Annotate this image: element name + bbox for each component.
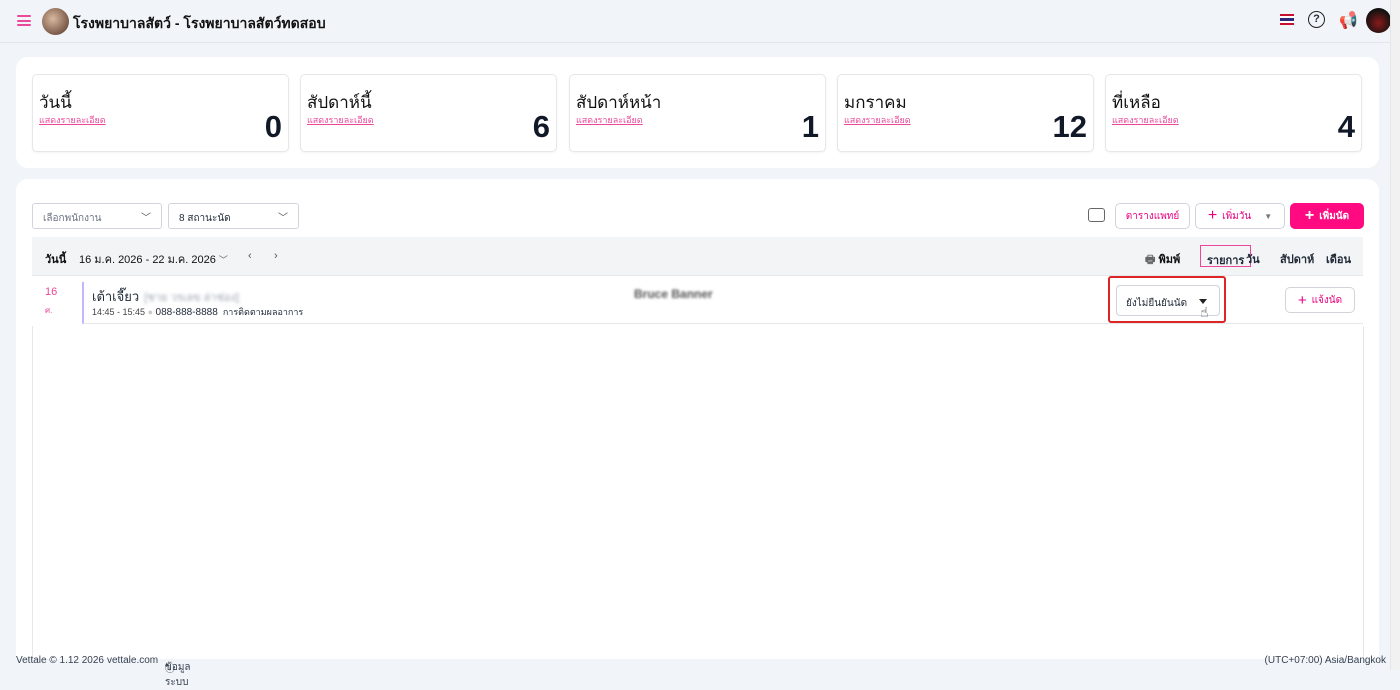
weekday: ศ. [45,306,53,315]
hand-cursor-icon: ☝ [1200,304,1209,320]
show-details-link[interactable]: แสดงรายละเอียด [39,113,106,127]
next-week-button[interactable]: › [274,250,278,262]
stat-card-this-week: สัปดาห์นี้ แสดงรายละเอียด 6 [300,74,557,152]
stat-value: 0 [264,109,282,144]
add-appointment-button[interactable]: + เพิ่มนัด [1290,203,1364,229]
view-tab-day[interactable]: วัน [1240,245,1266,267]
stat-card-next-week: สัปดาห์หน้า แสดงรายละเอียด 1 [569,74,826,152]
phone: 088-888-8888 [155,307,218,318]
copyright: Vettale © 1.12 2026 [16,655,104,666]
page-scrollbar[interactable] [1390,0,1400,670]
day-number: 16 [45,286,58,298]
stat-label: วันนี้ [39,93,72,112]
stat-card-remaining: ที่เหลือ แสดงรายละเอียด 4 [1105,74,1362,152]
stat-label: สัปดาห์หน้า [576,93,662,112]
pet-name: เต้าเจี๊ยว [92,289,140,304]
stat-card-today: วันนี้ แสดงรายละเอียด 0 [32,74,289,152]
status-filter-select[interactable]: 8 สถานะนัด ﹀ [168,203,299,229]
print-button[interactable]: 🖶 พิมพ์ [1145,250,1180,270]
chevron-down-icon: ﹀ [278,213,288,224]
menu-icon[interactable] [17,15,31,26]
show-details-link[interactable]: แสดงรายละเอียด [576,113,643,127]
view-tab-month[interactable]: เดือน [1320,245,1357,267]
footer: Vettale © 1.12 2026 vettale.com ⓘ ข้อมูล… [0,650,1390,688]
doctor-schedule-button[interactable]: ตารางแพทย์ [1115,203,1190,229]
notify-button[interactable]: + แจ้งนัด [1285,287,1355,313]
plus-icon: + [1297,291,1307,309]
plus-icon: + [1304,207,1315,224]
appointment-time: 14:45 - 15:45 [92,307,146,317]
thai-flag-icon[interactable] [1280,14,1294,25]
notification-dot [1349,11,1355,17]
add-day-button[interactable]: + เพิ่มวัน ▼ [1195,203,1285,229]
appointment-entry: เต้าเจี๊ยว [ชาย วรเลข ล่าช่อง] 14:45 - 15… [82,276,1363,324]
date-range-picker[interactable]: 16 ม.ค. 2026 - 22 ม.ค. 2026 ﹀ [79,250,228,268]
stat-value: 4 [1337,109,1355,144]
status-filter-value: 8 สถานะนัด [179,213,231,224]
chevron-down-icon: ﹀ [141,213,151,224]
date-range-text: 16 ม.ค. 2026 - 22 ม.ค. 2026 [79,254,216,266]
doctor-name: Bruce Banner [634,287,713,301]
button-label: เพิ่มวัน [1222,210,1252,222]
printer-icon: 🖶 [1145,254,1156,266]
calendar-toolbar: วันนี้ 16 ม.ค. 2026 - 22 ม.ค. 2026 ﹀ ‹ ›… [32,237,1363,276]
stat-label: สัปดาห์นี้ [307,93,372,112]
appointments-panel: เลือกพนักงาน ﹀ 8 สถานะนัด ﹀ ตารางแพทย์ + เพ… [16,179,1379,659]
appointment-row[interactable]: 16 ศ. เต้าเจี๊ยว [ชาย วรเลข ล่าช่อง] 14:45… [32,276,1363,326]
view-tab-week[interactable]: สัปดาห์ [1274,245,1320,267]
top-header: โรงพยาบาลสัตว์ - โรงพยาบาลสัตว์ทดสอบ ? 📢 [0,0,1391,43]
show-details-link[interactable]: แสดงรายละเอียด [1112,113,1179,127]
button-label: แจ้งนัด [1311,294,1343,306]
status-value: ยังไม่ยืนยันนัด [1126,298,1188,309]
stat-value: 12 [1052,109,1087,144]
caret-up-icon: ▴ [165,661,169,668]
appointment-date: 16 ศ. [45,286,57,317]
button-label: เพิ่มนัด [1319,210,1350,222]
stats-panel: วันนี้ แสดงรายละเอียด 0 สัปดาห์นี้ แสดงรายล… [16,57,1379,168]
clinic-title: โรงพยาบาลสัตว์ - โรงพยาบาลสัตว์ทดสอบ [73,15,326,31]
divider [1363,326,1364,659]
print-label: พิมพ์ [1158,254,1181,266]
owner-name: [ชาย วรเลข ล่าช่อง] [144,292,239,304]
stat-value: 6 [532,109,550,144]
inbox-icon[interactable] [1088,208,1105,222]
staff-select-value: เลือกพนักงาน [43,213,102,224]
button-label: ตารางแพทย์ [1125,210,1180,222]
show-details-link[interactable]: แสดงรายละเอียด [844,113,911,127]
appointment-meta: 14:45 - 15:45 ● 088-888-8888 การติดตามผล… [92,305,303,319]
caret-down-icon: ▼ [1264,211,1273,221]
avatar[interactable] [1366,8,1391,33]
prev-week-button[interactable]: ‹ [248,250,252,262]
site-link[interactable]: vettale.com [107,655,158,666]
stat-card-month: มกราคม แสดงรายละเอียด 12 [837,74,1094,152]
today-button[interactable]: วันนี้ [45,250,66,268]
separator-dot: ● [147,307,153,317]
divider [32,326,33,659]
plus-icon: + [1207,207,1218,224]
pet-name-line: เต้าเจี๊ยว [ชาย วรเลข ล่าช่อง] [92,286,239,307]
stat-value: 1 [801,109,819,144]
chevron-down-icon: ﹀ [218,255,228,265]
timezone: (UTC+07:00) Asia/Bangkok [1264,655,1386,666]
staff-select[interactable]: เลือกพนักงาน ﹀ [32,203,162,229]
stat-label: ที่เหลือ [1112,93,1161,112]
stat-label: มกราคม [844,93,907,112]
highlight-box: ยังไม่ยืนยันนัด ☝ [1108,276,1226,323]
show-details-link[interactable]: แสดงรายละเอียด [307,113,374,127]
clinic-logo [42,8,69,35]
appointment-type: การติดตามผลอาการ [222,307,304,317]
help-icon[interactable]: ? [1308,11,1325,28]
